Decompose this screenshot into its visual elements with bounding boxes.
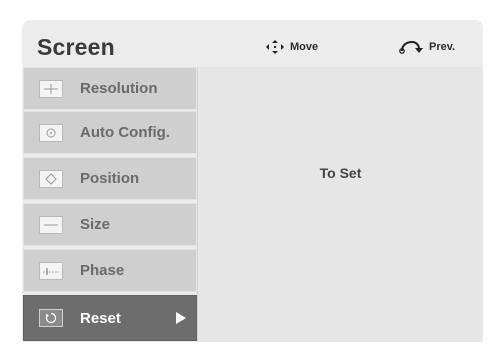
menu-item-size[interactable]: Size: [23, 203, 197, 246]
prev-hint: Prev.: [399, 40, 455, 54]
auto-config-icon: [39, 123, 63, 142]
menu-item-label: Resolution: [80, 80, 158, 97]
page-title: Screen: [37, 34, 115, 60]
content-pane: To Set: [197, 67, 483, 342]
move-hint-label: Move: [290, 41, 319, 53]
menu-item-label: Auto Config.: [80, 124, 170, 141]
menu-item-label: Position: [80, 170, 140, 187]
menu-item-phase[interactable]: Phase: [23, 249, 197, 292]
phase-icon: [39, 261, 63, 280]
menu-item-auto-config[interactable]: Auto Config.: [23, 111, 197, 154]
menu-item-resolution[interactable]: Resolution: [23, 67, 197, 110]
size-icon: [39, 215, 63, 234]
position-icon: [39, 169, 63, 188]
move-hint: Move: [266, 40, 318, 54]
four-way-arrows-icon: [266, 40, 284, 54]
menu-item-reset[interactable]: Reset: [23, 295, 197, 341]
prev-hint-label: Prev.: [429, 41, 456, 53]
submenu-arrow-icon: [176, 312, 186, 324]
menu-item-label: Size: [80, 216, 111, 233]
reset-icon: [39, 309, 63, 327]
screen-menu: Resolution Auto Config. Position Size Ph…: [23, 67, 197, 342]
menu-item-label: Phase: [80, 262, 125, 279]
menu-item-label: Reset: [80, 309, 121, 327]
menu-item-position[interactable]: Position: [23, 157, 197, 200]
resolution-icon: [39, 79, 63, 98]
content-text: To Set: [319, 165, 362, 181]
return-arrow-icon: [399, 40, 423, 54]
